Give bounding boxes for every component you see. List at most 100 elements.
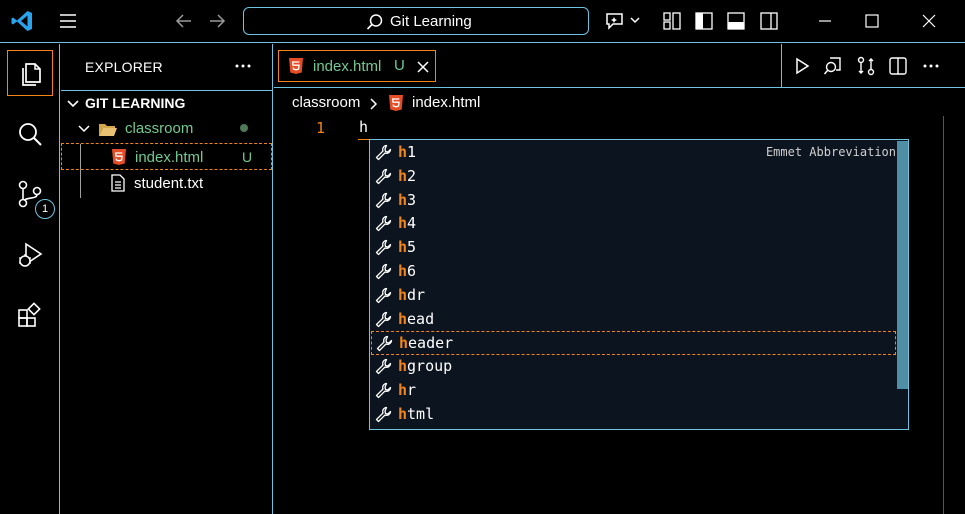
wrench-icon — [375, 287, 392, 303]
code-text[interactable]: h — [359, 118, 368, 136]
explorer-sidebar: EXPLORER GIT LEARNING classroom index.ht… — [61, 44, 273, 514]
text-file-icon — [111, 174, 125, 192]
suggestion-rest: 5 — [407, 238, 417, 257]
suggestion-match: h — [398, 381, 408, 399]
toggle-panel-icon[interactable] — [726, 11, 746, 31]
suggestion-match: h — [398, 357, 408, 376]
suggestion-item[interactable]: h4 — [371, 212, 896, 236]
file-label: index.html — [135, 149, 204, 166]
open-preview-icon[interactable] — [823, 56, 843, 76]
run-icon[interactable] — [792, 56, 812, 76]
wrench-icon — [376, 336, 393, 352]
chevron-right-icon — [370, 98, 378, 110]
suggestion-item[interactable]: header — [371, 331, 896, 356]
open-changes-icon[interactable] — [856, 56, 876, 76]
more-actions-icon[interactable] — [921, 56, 941, 76]
breadcrumb-file[interactable]: index.html — [412, 94, 480, 111]
suggestion-item[interactable]: h3 — [371, 189, 896, 213]
folder-label: classroom — [125, 120, 194, 137]
suggestion-item[interactable]: h2 — [371, 165, 896, 189]
toggle-primary-sidebar-icon[interactable] — [694, 11, 714, 31]
sidebar-title: EXPLORER — [85, 59, 163, 75]
suggest-scrollbar[interactable] — [897, 141, 908, 389]
tree-file-index-html[interactable]: index.html U — [61, 143, 272, 170]
tab-index-html[interactable]: index.html U — [278, 50, 436, 82]
suggestion-label: hgroup — [398, 357, 452, 375]
suggestion-rest: tml — [407, 404, 435, 423]
wrench-icon — [375, 359, 392, 375]
split-editor-icon[interactable] — [888, 56, 908, 76]
workspace-root-label: GIT LEARNING — [85, 95, 186, 111]
suggestion-item[interactable]: html — [371, 403, 896, 427]
suggestion-match: h — [398, 143, 408, 161]
wrench-icon — [375, 144, 392, 161]
suggestion-label: head — [398, 310, 434, 328]
html-file-icon — [289, 58, 303, 74]
tree-folder-classroom[interactable]: classroom — [61, 115, 272, 142]
suggestion-match: h — [398, 214, 408, 233]
suggestion-rest: group — [407, 357, 453, 376]
suggestion-label: h3 — [398, 191, 416, 209]
suggestion-label: hr — [398, 381, 416, 399]
run-debug-icon — [19, 242, 43, 267]
git-status-untracked: U — [242, 149, 253, 165]
modified-dot — [240, 124, 248, 132]
tab-git-status: U — [394, 57, 405, 74]
chevron-down-icon — [67, 100, 79, 108]
suggestion-detail: Emmet Abbreviation — [765, 145, 896, 159]
suggestion-rest: 6 — [407, 262, 417, 280]
tree-file-student-txt[interactable]: student.txt — [61, 170, 272, 197]
editor-actions-divider — [781, 44, 782, 88]
wrench-icon — [375, 240, 392, 256]
activity-explorer[interactable] — [7, 50, 53, 96]
minimap-divider — [943, 116, 944, 514]
copilot-chat-icon[interactable] — [604, 11, 642, 31]
command-center-search[interactable]: Git Learning — [243, 7, 589, 35]
suggestion-item[interactable]: hr — [371, 379, 896, 403]
breadcrumb-folder[interactable]: classroom — [292, 94, 360, 111]
toggle-secondary-sidebar-icon[interactable] — [759, 11, 779, 31]
html-file-icon — [389, 95, 403, 111]
suggestion-item[interactable]: h6 — [371, 260, 896, 284]
workspace-root[interactable]: GIT LEARNING — [61, 90, 272, 116]
search-icon — [19, 123, 42, 146]
more-actions-icon[interactable] — [233, 56, 253, 76]
suggestion-label: hdr — [398, 286, 425, 304]
close-icon[interactable] — [415, 59, 431, 75]
suggestion-match: h — [398, 285, 408, 304]
suggestion-match: h — [398, 238, 408, 257]
back-arrow-icon[interactable] — [174, 12, 194, 30]
suggestion-label: header — [399, 334, 453, 352]
suggestion-rest: dr — [407, 285, 426, 304]
close-window-icon[interactable] — [919, 12, 939, 30]
suggestion-item[interactable]: h5 — [371, 236, 896, 260]
tab-label: index.html — [313, 58, 382, 75]
activity-run-debug[interactable] — [7, 232, 53, 278]
suggestion-label: h6 — [398, 262, 416, 280]
suggestion-label: html — [398, 405, 434, 423]
wrench-icon — [375, 406, 392, 422]
suggestion-rest: eader — [408, 334, 454, 353]
suggestion-rest: 1 — [407, 143, 417, 161]
suggestion-label: h4 — [398, 214, 416, 232]
activity-search[interactable] — [7, 111, 53, 157]
activity-extensions[interactable] — [7, 291, 53, 337]
forward-arrow-icon[interactable] — [207, 12, 227, 30]
suggestion-item[interactable]: head — [371, 308, 896, 332]
suggest-widget: h1 Emmet Abbreviation h2 h3 h4 h5 h6 hdr head hea… — [369, 139, 909, 430]
suggestion-match: h — [399, 334, 409, 353]
suggestion-label: h1 — [398, 143, 416, 161]
wrench-icon — [375, 382, 392, 399]
maximize-icon[interactable] — [862, 12, 882, 30]
suggestion-item[interactable]: hdr — [371, 284, 896, 308]
suggestion-item[interactable]: h1 Emmet Abbreviation — [371, 141, 896, 165]
customize-layout-icon[interactable] — [662, 11, 682, 31]
menu-icon[interactable] — [58, 12, 78, 30]
suggestion-item[interactable]: hgroup — [371, 355, 896, 379]
suggestion-match: h — [398, 166, 408, 185]
html-file-icon — [112, 149, 126, 165]
line-number: 1 — [316, 119, 326, 137]
suggestion-match: h — [398, 309, 408, 328]
minimize-icon[interactable] — [815, 12, 835, 30]
activity-source-control[interactable]: 1 — [7, 171, 55, 219]
